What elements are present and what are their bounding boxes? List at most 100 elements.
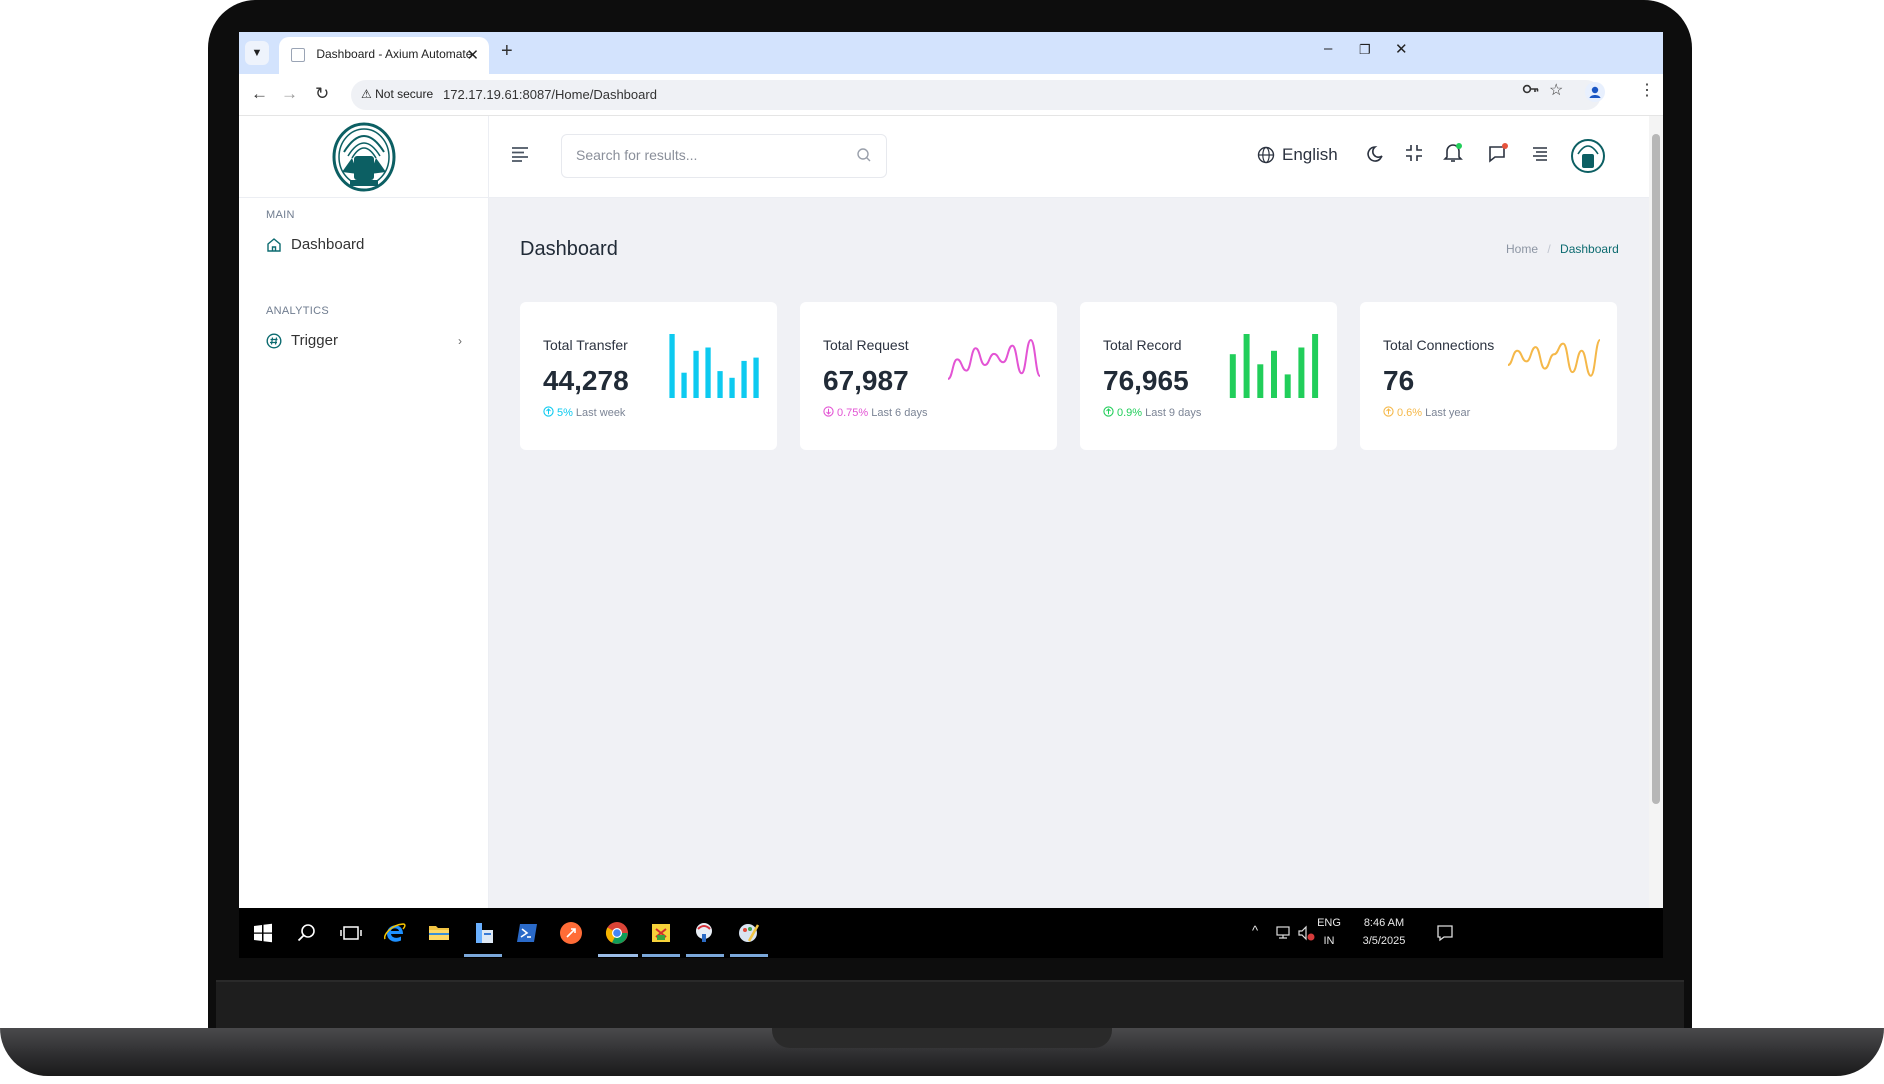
chart-bar xyxy=(1243,334,1250,398)
breadcrumb: Home / Dashboard xyxy=(1506,242,1619,256)
stat-card-total-transfer[interactable]: Total Transfer 44,278 5% Last week xyxy=(520,302,777,450)
scrollbar-thumb[interactable] xyxy=(1652,134,1660,804)
right-panel-toggle-icon[interactable] xyxy=(1532,146,1548,167)
page-favicon-icon xyxy=(291,47,305,62)
language-label: English xyxy=(1282,145,1338,164)
remote-desktop-icon[interactable] xyxy=(693,921,717,945)
tray-chevron-icon[interactable]: ^ xyxy=(1252,922,1258,940)
messages-icon[interactable] xyxy=(1487,141,1509,168)
sidebar-item-trigger[interactable]: Trigger › xyxy=(266,332,462,349)
url-text[interactable]: 172.17.19.61:8087/Home/Dashboard xyxy=(443,87,657,102)
tab-close-icon[interactable]: ✕ xyxy=(466,46,479,64)
chart-bar xyxy=(1229,354,1236,398)
chart-bar xyxy=(1298,347,1305,398)
card-trend: 0.75% Last 6 days xyxy=(823,406,927,420)
breadcrumb-current: Dashboard xyxy=(1560,242,1619,256)
browser-tab[interactable]: Dashboard - Axium Automate ✕ xyxy=(279,37,489,74)
trend-up-icon xyxy=(543,406,554,420)
search-input[interactable] xyxy=(576,147,836,163)
browser-menu-icon[interactable]: ⋮ xyxy=(1639,80,1655,100)
chart-bar xyxy=(681,372,687,398)
chrome-icon[interactable] xyxy=(605,921,629,945)
network-icon[interactable] xyxy=(1274,923,1294,943)
card-trend: 0.6% Last year xyxy=(1383,406,1470,420)
card-value: 76 xyxy=(1383,365,1415,396)
card-title: Total Transfer xyxy=(543,337,628,353)
section-label-main: MAIN xyxy=(266,209,295,221)
trend-up-icon xyxy=(1103,406,1114,420)
security-indicator[interactable]: ⚠ Not secure xyxy=(361,87,433,101)
taskbar-search-icon[interactable] xyxy=(295,921,319,945)
card-period: Last week xyxy=(575,407,626,419)
warning-icon: ⚠ xyxy=(361,87,372,101)
stat-card-total-record[interactable]: Total Record 76,965 0.9% Last 9 days xyxy=(1080,302,1337,450)
sidebar-item-dashboard[interactable]: Dashboard xyxy=(266,236,462,253)
restore-button[interactable]: ❐ xyxy=(1359,42,1371,58)
notification-bell-icon[interactable] xyxy=(1442,141,1464,168)
sparkline-chart xyxy=(669,334,759,398)
user-avatar[interactable] xyxy=(1571,138,1605,179)
powershell-icon[interactable] xyxy=(515,921,539,945)
paint-app-icon[interactable] xyxy=(737,921,761,945)
tab-title: Dashboard - Axium Automate xyxy=(316,47,473,61)
chart-line xyxy=(947,338,1041,380)
active-indicator xyxy=(730,954,768,957)
language-selector[interactable]: English xyxy=(1257,145,1338,165)
app-root: MAIN Dashboard ANALYTICS Trigger › Searc… xyxy=(239,116,1649,908)
internet-explorer-icon[interactable] xyxy=(383,921,407,945)
minimize-button[interactable]: – xyxy=(1324,40,1332,57)
profile-icon[interactable] xyxy=(1585,82,1605,107)
breadcrumb-home[interactable]: Home xyxy=(1506,242,1538,256)
input-language-indicator[interactable]: ENG IN xyxy=(1315,914,1343,950)
stat-card-total-connections[interactable]: Total Connections 76 0.6% Last year xyxy=(1360,302,1617,450)
breadcrumb-separator: / xyxy=(1547,242,1551,256)
stat-card-total-request[interactable]: Total Request 67,987 0.75% Last 6 days xyxy=(800,302,1057,450)
chart-bar xyxy=(669,334,675,398)
search-icon[interactable] xyxy=(856,147,872,163)
card-period: Last 6 days xyxy=(871,407,928,419)
card-change: 5% xyxy=(557,407,573,419)
back-icon[interactable]: ← xyxy=(251,84,268,104)
card-change: 0.6% xyxy=(1397,407,1423,419)
active-indicator xyxy=(464,954,502,957)
action-center-icon[interactable] xyxy=(1435,923,1455,943)
windows-start-icon[interactable] xyxy=(251,921,275,945)
active-indicator xyxy=(598,954,638,957)
file-explorer-icon[interactable] xyxy=(427,921,451,945)
card-title: Total Connections xyxy=(1383,337,1495,353)
chart-bar xyxy=(717,371,723,398)
chart-bar xyxy=(741,360,747,398)
key-icon[interactable] xyxy=(1522,80,1540,103)
active-indicator xyxy=(686,954,724,957)
new-tab-button[interactable]: + xyxy=(501,40,513,63)
active-indicator xyxy=(642,954,680,957)
fullscreen-exit-icon[interactable] xyxy=(1405,144,1423,167)
page-scrollbar[interactable] xyxy=(1649,116,1663,908)
system-clock[interactable]: 8:46 AM 3/5/2025 xyxy=(1351,914,1417,950)
card-value: 67,987 xyxy=(823,365,909,396)
card-trend: 5% Last week xyxy=(543,406,625,420)
postman-icon[interactable] xyxy=(559,921,583,945)
menu-toggle-icon[interactable] xyxy=(511,146,529,167)
chart-bar xyxy=(729,377,735,398)
server-manager-icon[interactable] xyxy=(471,921,495,945)
address-bar[interactable]: ⚠ Not secure 172.17.19.61:8087/Home/Dash… xyxy=(351,80,1601,110)
laptop-notch xyxy=(772,1028,1112,1048)
reload-icon[interactable]: ↻ xyxy=(315,84,329,104)
chart-bar xyxy=(1271,350,1277,398)
card-value: 44,278 xyxy=(543,365,629,396)
card-change: 0.75% xyxy=(837,407,869,419)
sparkline-chart xyxy=(947,338,1041,380)
moon-icon[interactable] xyxy=(1366,144,1386,169)
task-view-icon[interactable] xyxy=(339,921,363,945)
sticky-tool-icon[interactable] xyxy=(649,921,673,945)
volume-muted-icon[interactable] xyxy=(1296,923,1316,943)
sidebar: MAIN Dashboard ANALYTICS Trigger › xyxy=(239,116,489,908)
company-logo[interactable] xyxy=(332,122,396,192)
forward-icon[interactable]: → xyxy=(281,84,298,104)
trend-up-icon xyxy=(1383,406,1394,420)
window-close-button[interactable]: ✕ xyxy=(1395,40,1408,58)
tab-search-button[interactable]: ▼ xyxy=(245,41,269,65)
bookmark-star-icon[interactable]: ☆ xyxy=(1549,80,1563,100)
browser-tabbar: ▼ Dashboard - Axium Automate ✕ + – ❐ ✕ xyxy=(239,32,1663,74)
